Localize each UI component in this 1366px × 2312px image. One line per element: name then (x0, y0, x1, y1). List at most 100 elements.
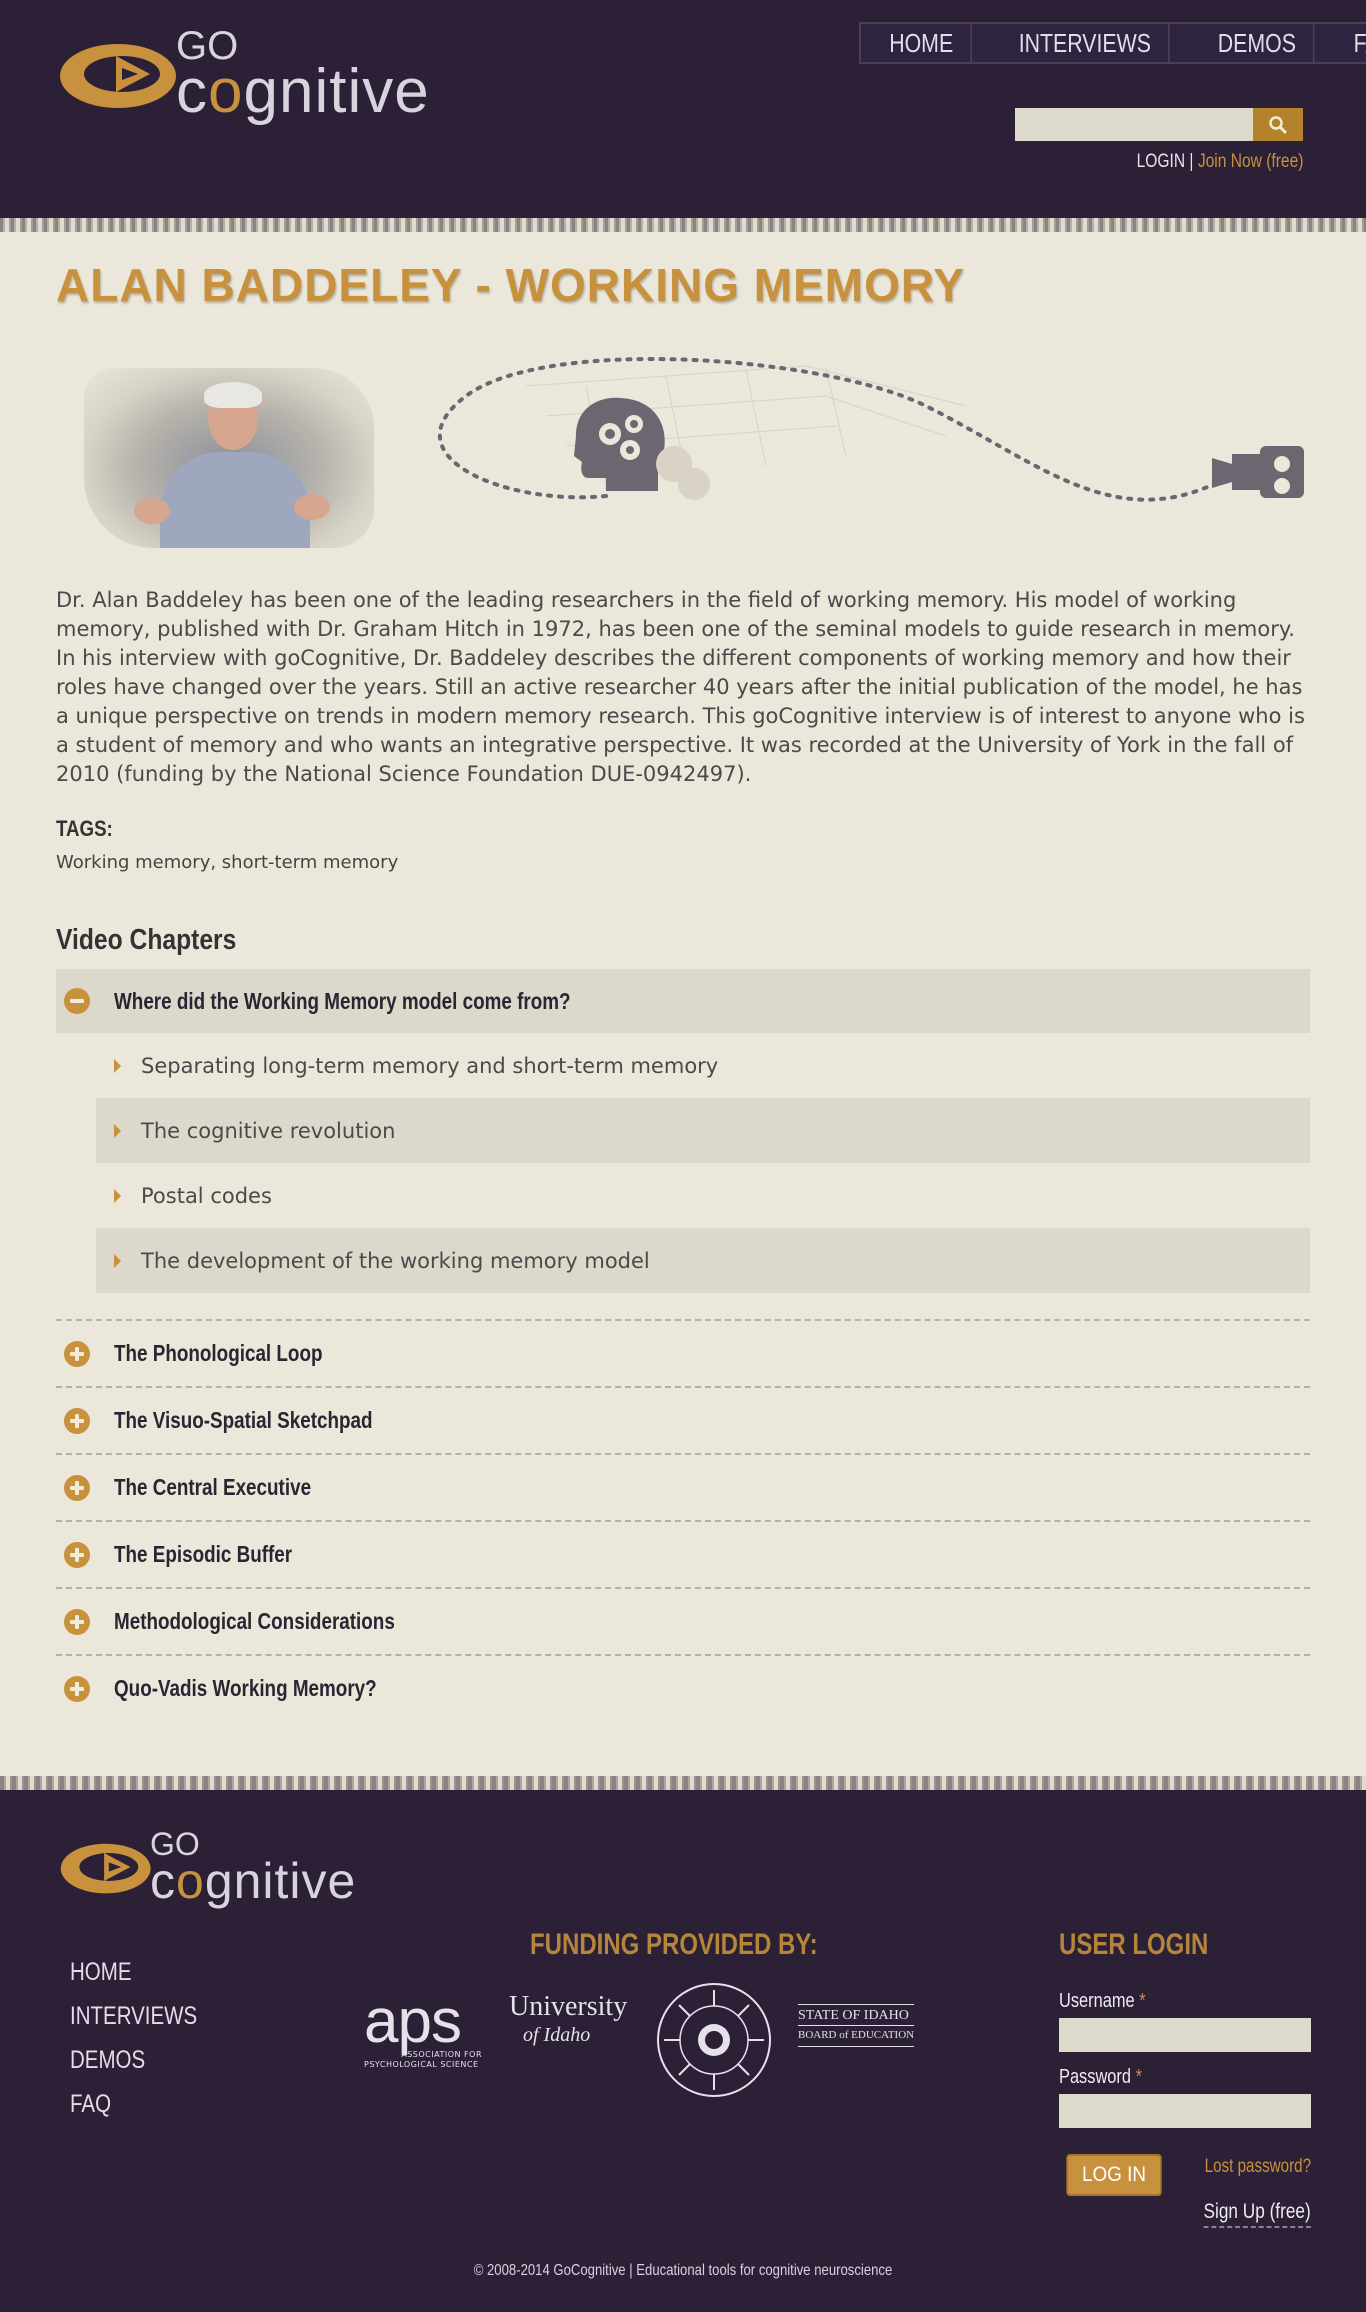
swoosh-arrow-icon (60, 1843, 151, 1894)
top-navigation: HOME INTERVIEWS DEMOS FAQ (859, 22, 1366, 64)
segment-label: The cognitive revolution (141, 1118, 396, 1143)
search-bar (1015, 108, 1303, 141)
logo-wordmark: GO cognitive (150, 1828, 356, 1906)
video-chapters-heading: Video Chapters (56, 924, 237, 956)
username-field[interactable] (1059, 2018, 1311, 2052)
collapse-minus-icon[interactable] (64, 988, 90, 1014)
log-in-button[interactable]: LOG IN (1066, 2154, 1162, 2196)
chapter-title: Where did the Working Memory model come … (114, 987, 571, 1014)
swoosh-arrow-icon (60, 43, 176, 108)
chapter-title: Methodological Considerations (114, 1608, 395, 1634)
expand-plus-icon[interactable] (64, 1675, 90, 1702)
username-label: Username * (1059, 1990, 1266, 2014)
expand-plus-icon[interactable] (64, 1608, 90, 1635)
expand-plus-icon[interactable] (64, 1474, 90, 1501)
site-footer: GO cognitive HOME INTERVIEWS DEMOS FAQ F… (0, 1790, 1366, 2312)
aps-logo[interactable]: aps ASSOCIATION FOR PSYCHOLOGICAL SCIENC… (364, 1987, 482, 2070)
aps-wordmark: aps (364, 1987, 462, 2056)
page-title: ALAN BADDELEY - WORKING MEMORY (56, 259, 966, 311)
chapter-collapsed: Methodological Considerations (56, 1589, 1310, 1656)
chapter-segment[interactable]: Separating long-term memory and short-te… (96, 1033, 1310, 1098)
idaho-board-of-education-logo[interactable]: STATE OF IDAHO BOARD of EDUCATION (798, 2004, 915, 2047)
logo-cognitive-rest: gnitive (243, 57, 430, 126)
expand-plus-icon[interactable] (64, 1541, 90, 1568)
footer-logo[interactable]: GO cognitive (58, 1828, 356, 1906)
torn-edge-top (0, 218, 1366, 232)
sign-up-link[interactable]: Sign Up (free) (1203, 2200, 1311, 2228)
chapter-collapsed: The Phonological Loop (56, 1321, 1310, 1388)
logo-cognitive: cognitive (150, 1856, 356, 1906)
sboe-line-1: STATE OF IDAHO (798, 2008, 909, 2023)
user-login-form: USER LOGIN Username * Password * LOG IN … (1059, 1928, 1311, 2236)
sboe-line-2: BOARD of EDUCATION (798, 2025, 915, 2044)
footer-nav-interviews[interactable]: INTERVIEWS (70, 1994, 197, 2038)
segment-label: Separating long-term memory and short-te… (141, 1053, 719, 1078)
copyright-notice: © 2008-2014 GoCognitive | Educational to… (473, 2262, 893, 2279)
tags-list[interactable]: Working memory, short-term memory (56, 852, 398, 873)
tags-heading: TAGS: (56, 816, 113, 841)
chapter-header[interactable]: The Central Executive (56, 1455, 1310, 1520)
chapter-header[interactable]: Methodological Considerations (56, 1589, 1310, 1654)
funding-heading: FUNDING PROVIDED BY: (530, 1928, 818, 1961)
password-label: Password * (1059, 2066, 1266, 2090)
footer-nav-home[interactable]: HOME (70, 1950, 197, 1994)
nav-interviews[interactable]: INTERVIEWS (1001, 24, 1170, 62)
password-label-text: Password (1059, 2066, 1132, 2088)
join-now-link[interactable]: Join Now (free) (1197, 151, 1303, 172)
logo-wordmark: GO cognitive (176, 26, 430, 123)
footer-nav-faq[interactable]: FAQ (70, 2082, 197, 2126)
chapter-header[interactable]: Quo-Vadis Working Memory? (56, 1656, 1310, 1721)
search-icon (1269, 115, 1288, 134)
logo-cognitive-rest: gnitive (204, 1852, 357, 1909)
lost-password-link[interactable]: Lost password? (1205, 2156, 1311, 2178)
segment-label: Postal codes (141, 1183, 272, 1208)
arrow-right-icon (114, 1188, 121, 1203)
aps-subtitle-2: PSYCHOLOGICAL SCIENCE (364, 2060, 479, 2069)
university-of-idaho-logo[interactable]: University of Idaho (509, 1993, 627, 2048)
chapter-collapsed: Quo-Vadis Working Memory? (56, 1656, 1310, 1721)
chapter-title: The Phonological Loop (114, 1340, 323, 1366)
chapter-header[interactable]: The Visuo-Spatial Sketchpad (56, 1388, 1310, 1453)
arrow-right-icon (114, 1123, 121, 1138)
interview-description: Dr. Alan Baddeley has been one of the le… (56, 588, 1305, 786)
nav-home[interactable]: HOME (872, 24, 973, 62)
expand-plus-icon[interactable] (64, 1340, 90, 1367)
chapter-segment[interactable]: The development of the working memory mo… (96, 1228, 1310, 1293)
chapter-title: The Visuo-Spatial Sketchpad (114, 1407, 373, 1433)
user-login-heading: USER LOGIN (1059, 1928, 1209, 1961)
footer-navigation: HOME INTERVIEWS DEMOS FAQ (70, 1950, 225, 2126)
site-header: GO cognitive HOME INTERVIEWS DEMOS FAQ L… (0, 0, 1366, 222)
required-asterisk: * (1139, 1990, 1146, 2012)
head-gears-icon (574, 397, 710, 500)
chapter-open: Where did the Working Memory model come … (56, 969, 1310, 1321)
nav-demos[interactable]: DEMOS (1201, 24, 1316, 62)
login-link[interactable]: LOGIN (1136, 151, 1184, 172)
chapter-segment[interactable]: The cognitive revolution (96, 1098, 1310, 1163)
uidaho-line-2: of Idaho (523, 2024, 591, 2046)
film-camera-icon (1212, 446, 1304, 498)
login-actions: LOG IN Lost password? Sign Up (free) (1059, 2146, 1311, 2236)
chapter-header[interactable]: The Episodic Buffer (56, 1522, 1310, 1587)
search-button[interactable] (1253, 108, 1303, 141)
footer-nav-demos[interactable]: DEMOS (70, 2038, 197, 2082)
chapter-segment[interactable]: Postal codes (96, 1163, 1310, 1228)
arrow-right-icon (114, 1253, 121, 1268)
funder-logos: aps ASSOCIATION FOR PSYCHOLOGICAL SCIENC… (364, 1980, 924, 2110)
expand-plus-icon[interactable] (64, 1407, 90, 1434)
search-input[interactable] (1015, 108, 1253, 141)
interviewee-photo (84, 368, 374, 548)
auth-separator: | (1188, 151, 1194, 172)
nsf-seal-icon[interactable] (654, 1980, 774, 2100)
chapter-header[interactable]: Where did the Working Memory model come … (56, 969, 1310, 1033)
chapter-title: Quo-Vadis Working Memory? (114, 1675, 377, 1701)
chapter-header[interactable]: The Phonological Loop (56, 1321, 1310, 1386)
password-field[interactable] (1059, 2094, 1311, 2128)
site-logo[interactable]: GO cognitive (58, 26, 430, 123)
logo-cognitive-o: o (208, 57, 244, 126)
video-chapters-accordion: Where did the Working Memory model come … (56, 969, 1310, 1721)
nav-faq[interactable]: FAQ (1336, 24, 1366, 62)
logo-cognitive: cognitive (176, 61, 430, 123)
chapter-collapsed: The Visuo-Spatial Sketchpad (56, 1388, 1310, 1455)
chapter-title: The Episodic Buffer (114, 1541, 293, 1567)
chapter-collapsed: The Central Executive (56, 1455, 1310, 1522)
